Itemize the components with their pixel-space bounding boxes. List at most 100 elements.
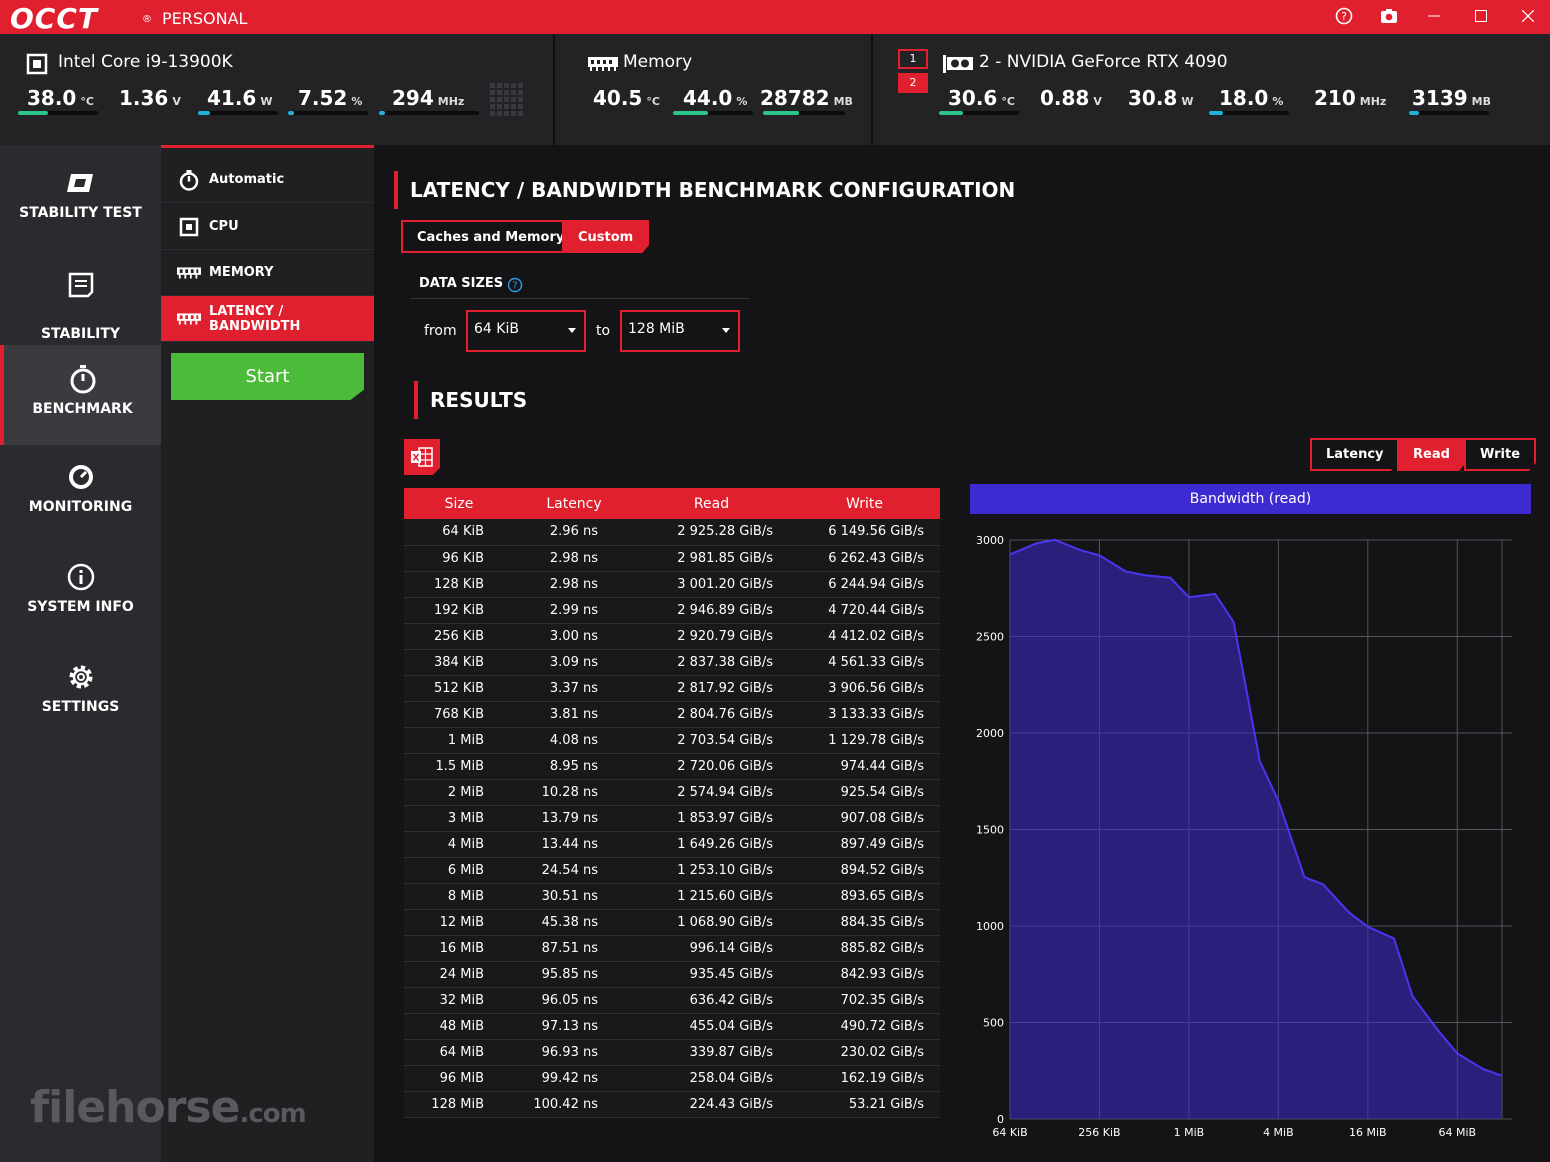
read-cell: 2 817.92 GiB/s (634, 675, 789, 702)
write-cell: 974.44 GiB/s (789, 753, 940, 780)
size-cell: 96 MiB (404, 1065, 514, 1092)
column-header-latency[interactable]: Latency (514, 488, 634, 519)
table-row: 768 KiB 3.81 ns 2 804.76 GiB/s 3 133.33 GiB… (404, 701, 940, 728)
size-cell: 128 KiB (404, 571, 514, 598)
latency-cell: 10.28 ns (514, 779, 634, 806)
size-cell: 256 KiB (404, 623, 514, 650)
size-cell: 64 KiB (404, 519, 514, 546)
latency-cell: 3.09 ns (514, 649, 634, 676)
table-row: 1.5 MiB 8.95 ns 2 720.06 GiB/s 974.44 GiB/s (404, 753, 940, 780)
graph-latency-button[interactable]: Latency (1310, 438, 1400, 471)
table-row: 192 KiB 2.99 ns 2 946.89 GiB/s 4 720.44 GiB… (404, 597, 940, 624)
write-cell: 230.02 GiB/s (789, 1039, 940, 1066)
submenu-memory[interactable]: MEMORY (161, 250, 374, 296)
submenu-cpu[interactable]: CPU (161, 204, 374, 250)
cpu-clock-bar (379, 111, 479, 115)
write-cell: 1 129.78 GiB/s (789, 727, 940, 754)
close-icon[interactable] (1515, 4, 1541, 28)
sidebar-item-stability-test[interactable]: STABILITY TEST (0, 167, 161, 221)
size-cell: 6 MiB (404, 857, 514, 884)
table-row: 8 MiB 30.51 ns 1 215.60 GiB/s 893.65 GiB/s (404, 883, 940, 910)
memory-used-mb: 28782 MB (760, 86, 853, 110)
x-tick-label: 4 MiB (1263, 1126, 1294, 1139)
latency-cell: 4.08 ns (514, 727, 634, 754)
write-cell: 842.93 GiB/s (789, 961, 940, 988)
latency-cell: 100.42 ns (514, 1091, 634, 1118)
size-cell: 2 MiB (404, 779, 514, 806)
size-cell: 96 KiB (404, 545, 514, 572)
graph-read-button[interactable]: Read (1397, 438, 1466, 471)
memory-used-bar (763, 111, 845, 115)
sidebar: STABILITY TEST STABILITY CERTIFICATE BEN… (0, 145, 161, 1162)
latency-cell: 3.81 ns (514, 701, 634, 728)
read-cell: 1 253.10 GiB/s (634, 857, 789, 884)
gpu-usage-bar (1209, 111, 1289, 115)
sidebar-item-monitoring[interactable]: MONITORING (0, 461, 161, 515)
read-cell: 2 920.79 GiB/s (634, 623, 789, 650)
submenu-automatic[interactable]: Automatic (161, 157, 374, 203)
sidebar-item-system-info[interactable]: SYSTEM INFO (0, 561, 161, 615)
export-excel-icon[interactable]: X (404, 439, 440, 475)
latency-cell: 96.05 ns (514, 987, 634, 1014)
graph-write-button[interactable]: Write (1464, 438, 1537, 471)
svg-text:?: ? (1341, 10, 1347, 23)
sidebar-item-benchmark[interactable]: BENCHMARK (0, 345, 161, 445)
core-grid-icon (490, 83, 523, 116)
help-icon[interactable]: ? (1331, 4, 1357, 28)
y-tick-label: 2500 (976, 631, 1004, 644)
latency-cell: 2.99 ns (514, 597, 634, 624)
gpu-selector-1[interactable]: 1 (898, 49, 928, 69)
submenu-latency-bandwidth[interactable]: LATENCY / BANDWIDTH (161, 296, 374, 342)
camera-icon[interactable] (1376, 4, 1402, 28)
sidebar-item-settings[interactable]: SETTINGS (0, 661, 161, 715)
column-header-size[interactable]: Size (404, 488, 514, 519)
memory-icon (588, 57, 618, 71)
maximize-icon[interactable] (1468, 4, 1494, 28)
y-tick-label: 1500 (976, 824, 1004, 837)
table-header-row: Size Latency Read Write (404, 488, 940, 519)
gear-icon (69, 665, 92, 689)
write-cell: 885.82 GiB/s (789, 935, 940, 962)
write-cell: 6 244.94 GiB/s (789, 571, 940, 598)
benchmark-submenu: Automatic CPU MEMORY LATENCY / BANDWIDTH (161, 145, 374, 1162)
read-cell: 2 837.38 GiB/s (634, 649, 789, 676)
from-size-select[interactable]: 64 KiB (466, 310, 586, 352)
cpu-usage: 7.52% (298, 86, 363, 110)
read-cell: 2 703.54 GiB/s (634, 727, 789, 754)
table-row: 96 MiB 99.42 ns 258.04 GiB/s 162.19 GiB/s (404, 1065, 940, 1092)
gpu-vram: 3139 MB (1412, 86, 1492, 110)
latency-cell: 2.98 ns (514, 571, 634, 598)
cpu-clock: 294 MHz (392, 86, 465, 110)
minimize-icon[interactable] (1421, 4, 1447, 28)
size-cell: 24 MiB (404, 961, 514, 988)
y-tick-label: 0 (997, 1113, 1004, 1126)
help-icon[interactable]: ? (507, 277, 523, 293)
memory-panel: Memory 40.5 °C 44.0% 28782 MB (555, 34, 871, 145)
latency-cell: 2.96 ns (514, 519, 634, 546)
occt-logo-icon (66, 174, 93, 192)
main-panel: LATENCY / BANDWIDTH BENCHMARK CONFIGURAT… (30, 145, 1550, 1162)
filehorse-watermark: filehorse.com (30, 1082, 307, 1133)
column-header-read[interactable]: Read (634, 488, 789, 519)
from-label: from (424, 323, 457, 339)
start-button[interactable]: Start (171, 353, 364, 400)
registered-mark: ® (142, 14, 152, 25)
size-cell: 128 MiB (404, 1091, 514, 1118)
gpu-clock: 210 MHz (1314, 86, 1387, 110)
table-row: 96 KiB 2.98 ns 2 981.85 GiB/s 6 262.43 GiB/… (404, 545, 940, 572)
column-header-write[interactable]: Write (789, 488, 940, 519)
memory-icon (177, 312, 201, 325)
to-size-select[interactable]: 128 MiB (620, 310, 740, 352)
tab-caches-and-memory[interactable]: Caches and Memory (401, 220, 581, 253)
sidebar-item-label: SETTINGS (41, 699, 120, 715)
tab-custom[interactable]: Custom (562, 220, 650, 253)
memory-usage-percent: 44.0% (683, 86, 748, 110)
write-cell: 897.49 GiB/s (789, 831, 940, 858)
read-cell: 3 001.20 GiB/s (634, 571, 789, 598)
read-cell: 1 068.90 GiB/s (634, 909, 789, 936)
x-tick-label: 1 MiB (1174, 1126, 1205, 1139)
size-cell: 192 KiB (404, 597, 514, 624)
latency-cell: 30.51 ns (514, 883, 634, 910)
memory-name: Memory (623, 52, 693, 72)
gpu-selector-2[interactable]: 2 (898, 73, 928, 93)
